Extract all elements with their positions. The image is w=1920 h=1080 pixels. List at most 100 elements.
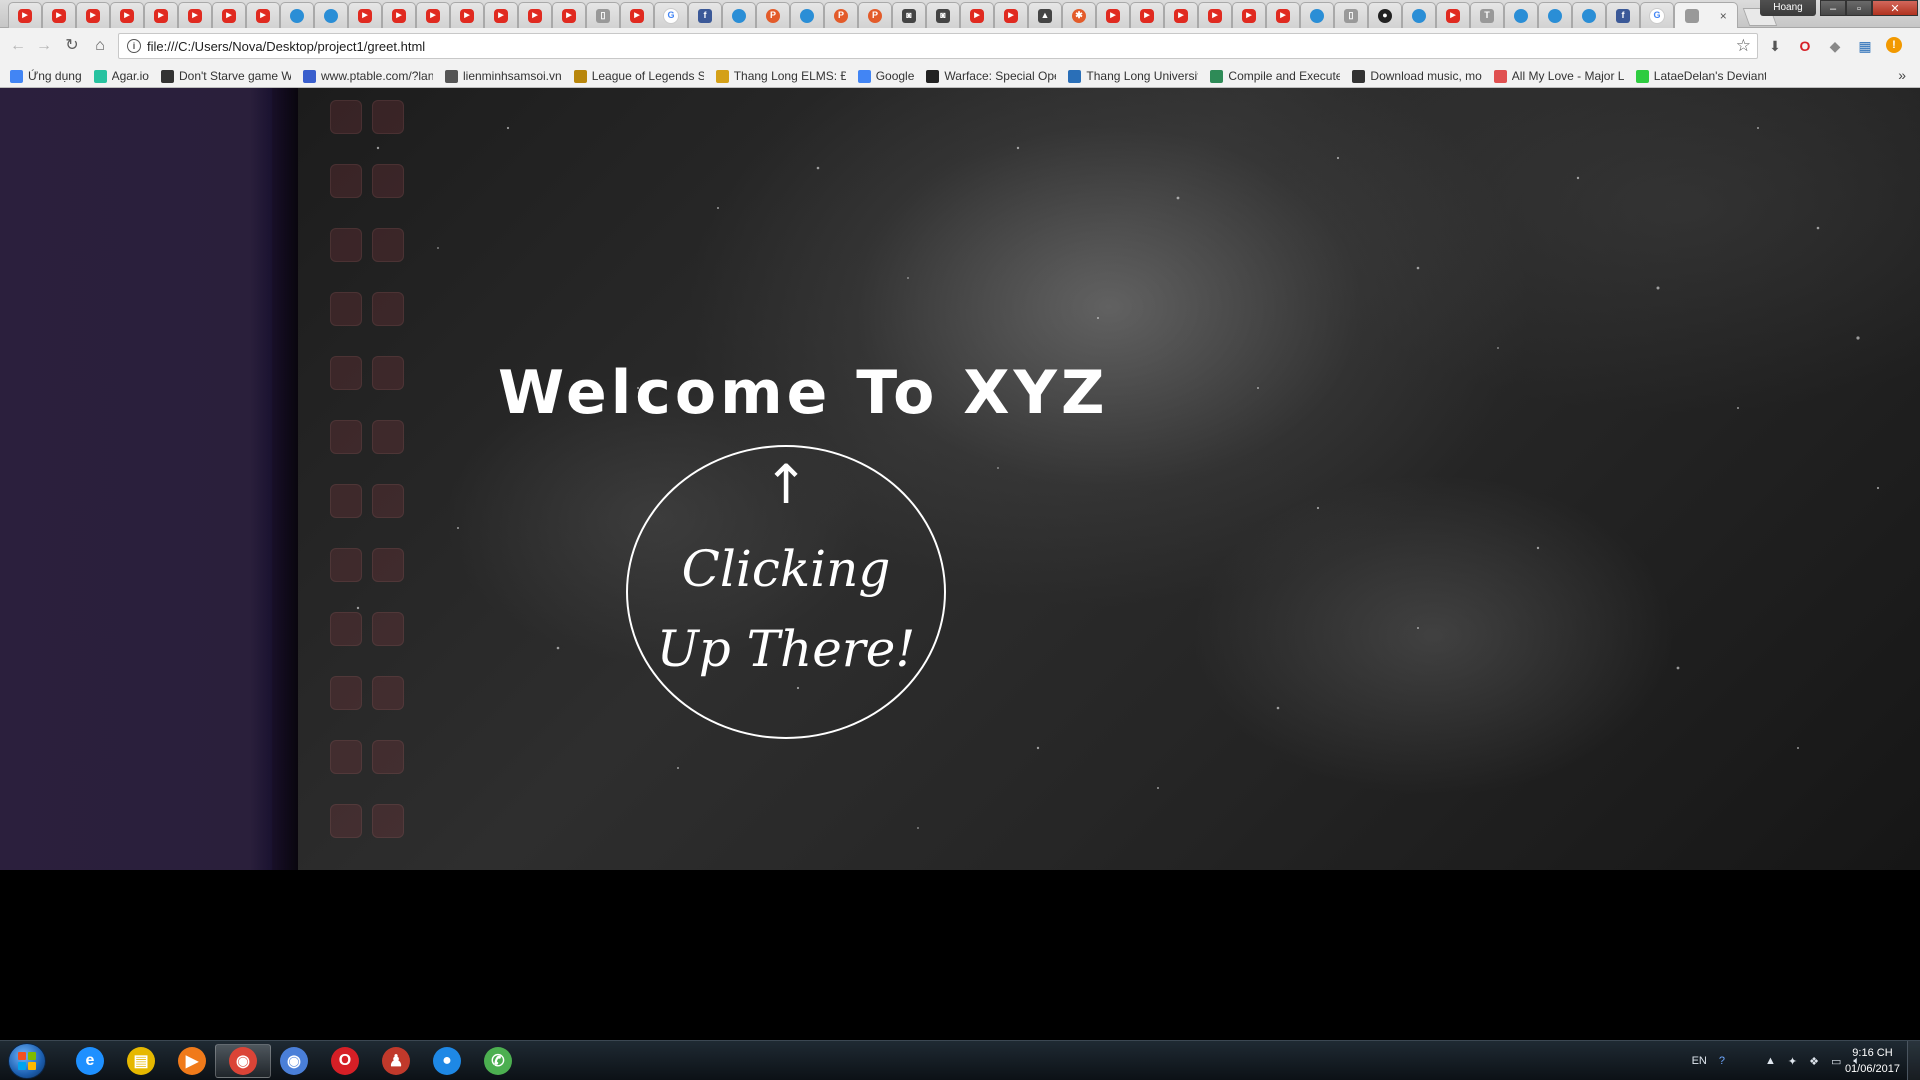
browser-tab[interactable]	[314, 2, 348, 28]
browser-tab[interactable]	[416, 2, 450, 28]
profile-button[interactable]: Hoang	[1760, 0, 1816, 16]
system-clock[interactable]: 9:16 CH 01/06/2017	[1845, 1045, 1900, 1077]
browser-tab[interactable]	[620, 2, 654, 28]
browser-tab[interactable]	[960, 2, 994, 28]
info-icon[interactable]: i	[127, 39, 141, 53]
help-icon[interactable]: ?	[1719, 1055, 1725, 1067]
browser-tab[interactable]	[484, 2, 518, 28]
bookmark-star-icon[interactable]: ☆	[1736, 36, 1751, 56]
browser-tab[interactable]: ▲	[1028, 2, 1062, 28]
browser-tab[interactable]	[1572, 2, 1606, 28]
browser-tab[interactable]	[1266, 2, 1300, 28]
bookmark-item[interactable]: LataeDelan's Deviant	[1635, 69, 1766, 83]
taskbar-app-button[interactable]: ▤	[113, 1044, 169, 1078]
browser-tab[interactable]	[1232, 2, 1266, 28]
browser-tab[interactable]	[1300, 2, 1334, 28]
browser-tab[interactable]	[1504, 2, 1538, 28]
browser-tab[interactable]	[552, 2, 586, 28]
browser-tab[interactable]: f	[688, 2, 722, 28]
browser-tab[interactable]	[382, 2, 416, 28]
extension-list-icon[interactable]: ▦	[1856, 37, 1874, 55]
browser-tab[interactable]	[1164, 2, 1198, 28]
show-desktop-button[interactable]	[1907, 1041, 1920, 1080]
browser-tab[interactable]	[246, 2, 280, 28]
browser-tab[interactable]	[280, 2, 314, 28]
browser-tab[interactable]	[212, 2, 246, 28]
browser-tab[interactable]: G	[1640, 2, 1674, 28]
browser-tab[interactable]	[450, 2, 484, 28]
bookmark-item[interactable]: Download music, mo	[1352, 69, 1482, 83]
browser-tab[interactable]: T	[1470, 2, 1504, 28]
opera-extension-icon[interactable]: O	[1796, 37, 1814, 55]
back-button[interactable]: ←	[6, 34, 30, 58]
tray-app-icon[interactable]: ❖	[1809, 1055, 1819, 1068]
browser-tab[interactable]	[1436, 2, 1470, 28]
taskbar-app-button[interactable]: ✆	[470, 1044, 526, 1078]
maximize-button[interactable]: ▫	[1846, 0, 1872, 16]
browser-tab[interactable]: P	[824, 2, 858, 28]
close-tab-icon[interactable]: ×	[1720, 9, 1727, 23]
start-button[interactable]	[8, 1043, 46, 1079]
taskbar-app-button[interactable]: ▶	[164, 1044, 220, 1078]
address-bar[interactable]: i file:///C:/Users/Nova/Desktop/project1…	[118, 33, 1758, 59]
browser-tab[interactable]	[1538, 2, 1572, 28]
browser-tab[interactable]	[1198, 2, 1232, 28]
browser-tab[interactable]	[1096, 2, 1130, 28]
browser-tab[interactable]	[76, 2, 110, 28]
taskbar-app-button[interactable]: O	[317, 1044, 373, 1078]
bookmarks-overflow-button[interactable]: »	[1898, 67, 1906, 83]
taskbar-app-button[interactable]: ♟	[368, 1044, 424, 1078]
browser-tab[interactable]: ▯	[586, 2, 620, 28]
extension-shield-icon[interactable]: ◆	[1826, 37, 1844, 55]
browser-tab-active[interactable]: ×	[1674, 2, 1738, 28]
browser-tab[interactable]: ▯	[1334, 2, 1368, 28]
bookmark-item[interactable]: www.ptable.com/?lan	[302, 69, 433, 83]
reload-button[interactable]: ↻	[60, 34, 84, 58]
browser-tab[interactable]	[994, 2, 1028, 28]
browser-tab[interactable]	[722, 2, 756, 28]
forward-button[interactable]: →	[32, 34, 56, 58]
home-button[interactable]: ⌂	[88, 34, 112, 58]
browser-tab[interactable]	[790, 2, 824, 28]
browser-tab[interactable]: P	[756, 2, 790, 28]
taskbar-app-button[interactable]: ●	[419, 1044, 475, 1078]
minimize-button[interactable]: –	[1820, 0, 1846, 16]
taskbar-app-button[interactable]: ◉	[215, 1044, 271, 1078]
tray-app-icon[interactable]: ✦	[1788, 1055, 1797, 1068]
network-icon[interactable]: ▭	[1831, 1055, 1841, 1068]
bookmark-item[interactable]: Don't Starve game W	[160, 69, 291, 83]
browser-tab[interactable]	[1130, 2, 1164, 28]
close-window-button[interactable]: ✕	[1872, 0, 1918, 16]
browser-tab[interactable]	[178, 2, 212, 28]
browser-tab[interactable]: P	[858, 2, 892, 28]
bookmark-item[interactable]: Ứng dụng	[10, 69, 82, 83]
browser-tab[interactable]	[518, 2, 552, 28]
bookmark-item[interactable]: Compile and Execute	[1210, 69, 1340, 83]
browser-tab[interactable]: G	[654, 2, 688, 28]
url-text[interactable]: file:///C:/Users/Nova/Desktop/project1/g…	[147, 39, 425, 54]
browser-tab[interactable]: ◙	[892, 2, 926, 28]
browser-tab[interactable]	[8, 2, 42, 28]
clicking-up-there-button[interactable]: ↑ Clicking Up There!	[626, 445, 946, 739]
taskbar-app-button[interactable]: ◉	[266, 1044, 322, 1078]
bookmark-item[interactable]: lienminhsamsoi.vn	[444, 69, 562, 83]
bookmark-item[interactable]: Thang Long ELMS: Đă	[715, 69, 846, 83]
browser-tab[interactable]: ✱	[1062, 2, 1096, 28]
bookmark-item[interactable]: Thang Long University	[1068, 69, 1198, 83]
extension-download-icon[interactable]: ⬇	[1766, 37, 1784, 55]
browser-tab[interactable]	[42, 2, 76, 28]
bookmark-item[interactable]: Google	[857, 69, 914, 83]
browser-tab[interactable]	[110, 2, 144, 28]
tray-expand-icon[interactable]: ▲	[1765, 1055, 1776, 1067]
browser-tab[interactable]: f	[1606, 2, 1640, 28]
browser-tab[interactable]	[348, 2, 382, 28]
browser-tab[interactable]: ●	[1368, 2, 1402, 28]
bookmark-item[interactable]: All My Love - Major L	[1493, 69, 1624, 83]
bookmark-item[interactable]: League of Legends St	[573, 69, 704, 83]
browser-tab[interactable]	[1402, 2, 1436, 28]
update-alert-icon[interactable]: !	[1886, 37, 1902, 53]
browser-tab[interactable]	[144, 2, 178, 28]
browser-tab[interactable]: ◙	[926, 2, 960, 28]
language-indicator[interactable]: EN	[1692, 1055, 1707, 1067]
taskbar-app-button[interactable]: e	[62, 1044, 118, 1078]
